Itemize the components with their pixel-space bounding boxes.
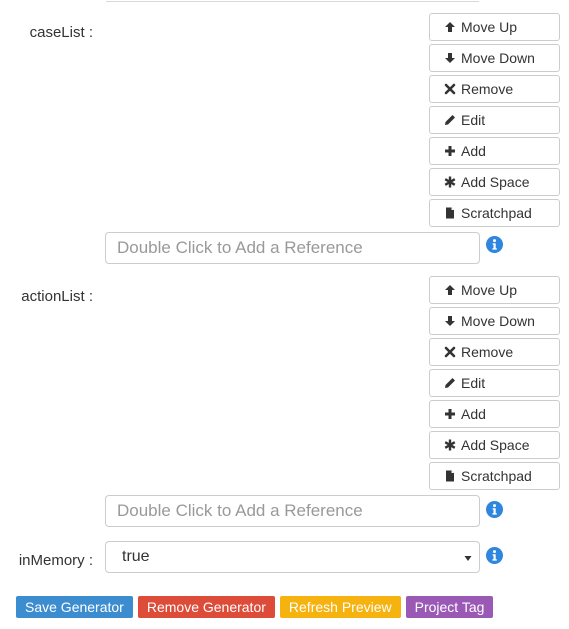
action-list-add-label: Add [461,406,486,422]
case-list-edit-label: Edit [461,112,486,128]
action-list-move-up-label: Move Up [461,282,518,298]
action-list-edit-button[interactable]: Edit [429,369,560,397]
case-list-add-space-label: Add Space [461,174,530,190]
action-list-scratchpad-button[interactable]: Scratchpad [429,462,560,490]
case-list-add-space-button[interactable]: Add Space [429,168,560,196]
pencil-icon [443,376,457,390]
project-tag-button[interactable]: Project Tag [405,596,494,618]
plus-icon [443,144,457,158]
asterisk-icon [443,175,457,189]
file-icon [443,469,457,483]
case-list-remove-label: Remove [461,81,514,97]
action-list-info-icon[interactable] [486,501,503,518]
case-list-remove-button[interactable]: Remove [429,75,560,103]
previous-field-border [106,0,479,2]
case-list-move-down-button[interactable]: Move Down [429,44,560,72]
case-list-edit-button[interactable]: Edit [429,106,560,134]
action-list-edit-label: Edit [461,375,486,391]
case-list-move-up-button[interactable]: Move Up [429,13,560,41]
case-list-label: caseList : [29,24,93,41]
action-list-button-group: Move Up Move Down Remove Edit Add Add Sp… [429,276,560,493]
file-icon [443,206,457,220]
plus-icon [443,407,457,421]
arrow-down-icon [443,51,457,65]
case-list-move-down-label: Move Down [461,50,535,66]
case-list-add-label: Add [461,143,486,159]
action-list-add-space-label: Add Space [461,437,530,453]
remove-generator-button[interactable]: Remove Generator [137,596,275,618]
action-list-reference-input[interactable] [105,495,480,527]
in-memory-label: inMemory : [18,552,93,569]
case-list-scratchpad-label: Scratchpad [461,205,532,221]
asterisk-icon [443,438,457,452]
chevron-down-icon [464,551,472,563]
action-list-add-space-button[interactable]: Add Space [429,431,560,459]
in-memory-selected-value: true [122,548,150,565]
action-list-move-down-button[interactable]: Move Down [429,307,560,335]
case-list-reference-input[interactable] [105,232,480,264]
case-list-info-icon[interactable] [486,236,503,253]
action-list-add-button[interactable]: Add [429,400,560,428]
save-generator-button[interactable]: Save Generator [16,596,133,618]
action-list-move-down-label: Move Down [461,313,535,329]
arrow-down-icon [443,314,457,328]
generator-form: caseList : Move Up Move Down Remove Edit… [0,0,569,629]
action-list-scratchpad-label: Scratchpad [461,468,532,484]
in-memory-select[interactable]: true [105,541,480,573]
action-list-remove-label: Remove [461,344,514,360]
case-list-button-group: Move Up Move Down Remove Edit Add Add Sp… [429,13,560,230]
in-memory-info-icon[interactable] [486,547,503,564]
case-list-scratchpad-button[interactable]: Scratchpad [429,199,560,227]
action-list-remove-button[interactable]: Remove [429,338,560,366]
remove-icon [443,345,457,359]
action-list-move-up-button[interactable]: Move Up [429,276,560,304]
arrow-up-icon [443,283,457,297]
action-list-label: actionList : [21,288,93,305]
pencil-icon [443,113,457,127]
arrow-up-icon [443,20,457,34]
refresh-preview-button[interactable]: Refresh Preview [279,596,401,618]
case-list-add-button[interactable]: Add [429,137,560,165]
case-list-move-up-label: Move Up [461,19,518,35]
remove-icon [443,82,457,96]
generator-action-bar: Save Generator Remove Generator Refresh … [16,596,494,618]
